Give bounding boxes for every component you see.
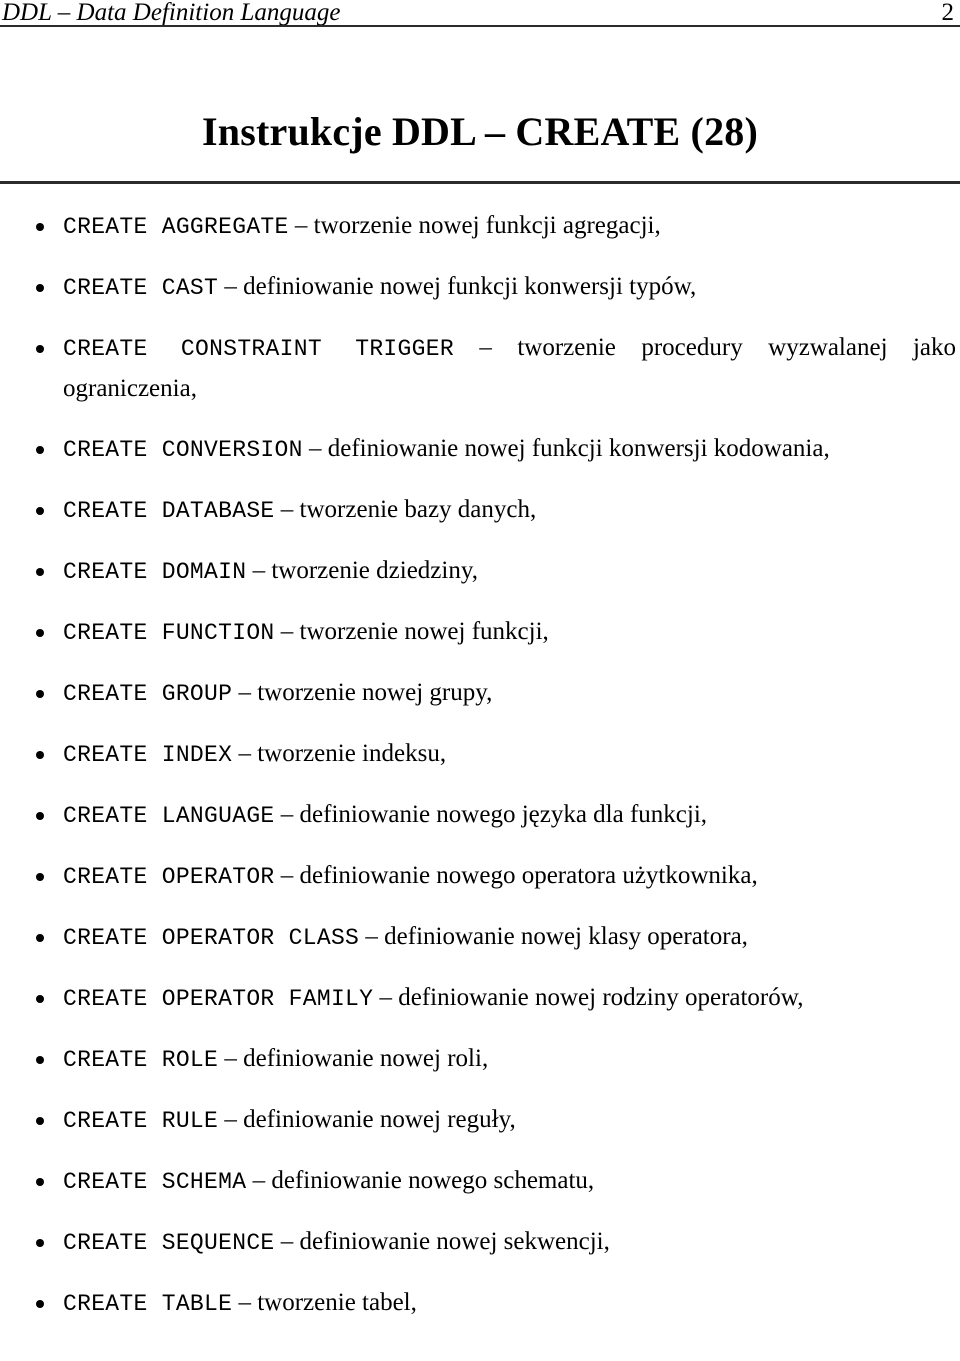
sql-keyword: CREATE CONSTRAINT TRIGGER [63,336,454,362]
sql-keyword: CREATE TABLE [63,1291,233,1317]
title-divider [0,181,960,184]
bullet-icon [36,1178,44,1186]
list-item: CREATE INDEX – tworzenie indeksu, [30,734,956,775]
list-item: CREATE CONVERSION – definiowanie nowej f… [30,429,956,470]
item-description: – tworzenie nowej funkcji, [280,618,549,645]
list-item: CREATE TABLE – tworzenie tabel, [30,1283,956,1324]
sql-keyword: CREATE CONVERSION [63,437,303,463]
list-item: CREATE OPERATOR CLASS – definiowanie now… [30,917,956,958]
list-item: CREATE AGGREGATE – tworzenie nowej funkc… [30,206,956,247]
header-divider [0,25,960,27]
bullet-icon [36,812,44,820]
item-description: – definiowanie nowej funkcji konwersji k… [309,435,830,462]
bullet-icon [36,995,44,1003]
bullet-icon [36,507,44,515]
item-description: – tworzenie tabel, [238,1289,417,1316]
sql-keyword: CREATE ROLE [63,1047,219,1073]
list-item: CREATE CONSTRAINT TRIGGER – tworzenie pr… [30,328,956,409]
bullet-icon [36,568,44,576]
list-item: CREATE CAST – definiowanie nowej funkcji… [30,267,956,308]
bullet-icon [36,873,44,881]
sql-keyword: CREATE OPERATOR [63,864,275,890]
item-description: – definiowanie nowego języka dla funkcji… [280,801,708,828]
bullet-icon [36,934,44,942]
page-header: DDL – Data Definition Language 2 [0,0,960,26]
header-page-number: 2 [941,0,955,26]
list-item: CREATE SCHEMA – definiowanie nowego sche… [30,1161,956,1202]
sql-keyword: CREATE OPERATOR FAMILY [63,986,374,1012]
item-description: – definiowanie nowej klasy operatora, [365,923,748,950]
bullet-icon [36,345,44,353]
header-document-title: DDL – Data Definition Language [2,0,341,26]
item-description: – definiowanie nowej funkcji konwersji t… [224,273,697,300]
bullet-icon [36,1056,44,1064]
list-item: CREATE DATABASE – tworzenie bazy danych, [30,490,956,531]
item-description: – tworzenie nowej grupy, [238,679,493,706]
bullet-icon [36,284,44,292]
sql-keyword: CREATE DOMAIN [63,559,247,585]
list-item: CREATE OPERATOR FAMILY – definiowanie no… [30,978,956,1019]
sql-keyword: CREATE SEQUENCE [63,1230,275,1256]
list-item: CREATE FUNCTION – tworzenie nowej funkcj… [30,612,956,653]
list-item: CREATE RULE – definiowanie nowej reguły, [30,1100,956,1141]
bullet-icon [36,1117,44,1125]
sql-keyword: CREATE CAST [63,275,219,301]
list-item: CREATE LANGUAGE – definiowanie nowego ję… [30,795,956,836]
item-description: – definiowanie nowej roli, [224,1045,489,1072]
bullet-icon [36,629,44,637]
sql-keyword: CREATE FUNCTION [63,620,275,646]
bullet-icon [36,223,44,231]
create-statement-list: CREATE AGGREGATE – tworzenie nowej funkc… [30,206,956,1324]
item-description: – definiowanie nowej reguły, [224,1106,516,1133]
list-item: CREATE ROLE – definiowanie nowej roli, [30,1039,956,1080]
sql-keyword: CREATE SCHEMA [63,1169,247,1195]
bullet-icon [36,690,44,698]
item-description: – definiowanie nowej rodziny operatorów, [379,984,804,1011]
sql-keyword: CREATE AGGREGATE [63,214,289,240]
bullet-icon [36,1239,44,1247]
item-description: – definiowanie nowego operatora użytkown… [280,862,758,889]
sql-keyword: CREATE OPERATOR CLASS [63,925,360,951]
item-description: – tworzenie dziedziny, [252,557,478,584]
sql-keyword: CREATE GROUP [63,681,233,707]
list-item: CREATE DOMAIN – tworzenie dziedziny, [30,551,956,592]
sql-keyword: CREATE INDEX [63,742,233,768]
bullet-icon [36,751,44,759]
page-title: Instrukcje DDL – CREATE (28) [202,109,758,154]
list-item: CREATE GROUP – tworzenie nowej grupy, [30,673,956,714]
bullet-icon [36,446,44,454]
bullet-icon [36,1300,44,1308]
list-item: CREATE OPERATOR – definiowanie nowego op… [30,856,956,897]
sql-keyword: CREATE RULE [63,1108,219,1134]
item-description: – tworzenie nowej funkcji agregacji, [294,212,661,239]
item-description: – tworzenie bazy danych, [280,496,537,523]
sql-keyword: CREATE LANGUAGE [63,803,275,829]
item-description: – definiowanie nowej sekwencji, [280,1228,610,1255]
item-description: – definiowanie nowego schematu, [252,1167,595,1194]
list-item: CREATE SEQUENCE – definiowanie nowej sek… [30,1222,956,1263]
item-description: – tworzenie indeksu, [238,740,447,767]
sql-keyword: CREATE DATABASE [63,498,275,524]
slide-page: DDL – Data Definition Language 2 Instruk… [0,0,960,1361]
